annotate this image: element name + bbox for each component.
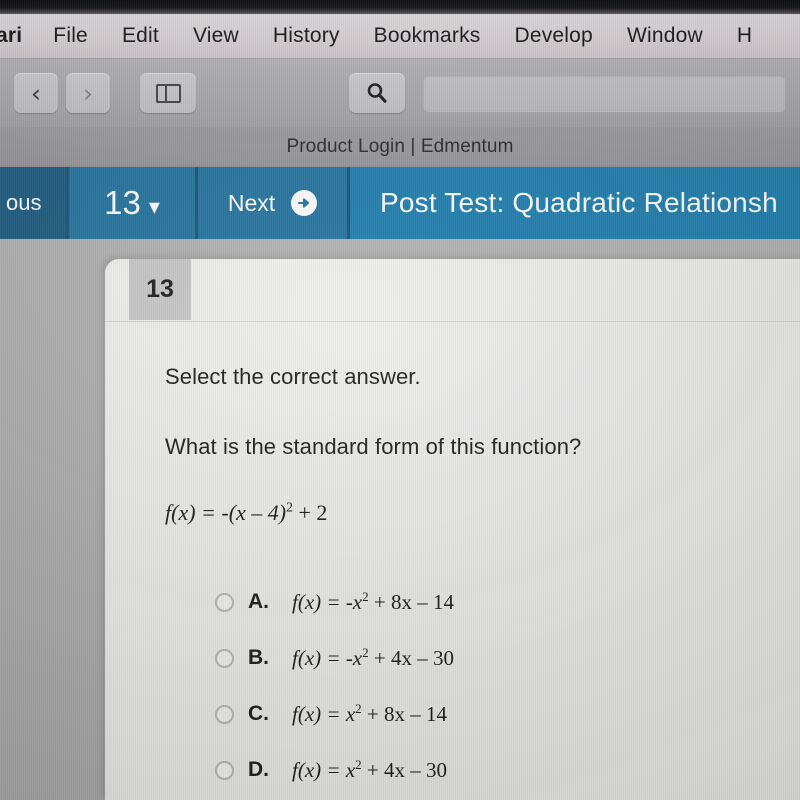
menu-history[interactable]: History <box>256 24 357 48</box>
sidebar-toggle-icon <box>155 83 181 103</box>
chevron-left-icon: ‹ <box>31 78 41 108</box>
question-number-dropdown[interactable]: 13 ▾ <box>66 167 198 239</box>
answer-option-c[interactable]: C. f(x) = x2 + 8x – 14 <box>215 686 800 742</box>
back-button[interactable]: ‹ <box>14 73 58 113</box>
radio-button-b[interactable] <box>215 648 234 668</box>
menu-safari[interactable]: ari <box>0 24 36 48</box>
answer-option-d[interactable]: D. f(x) = x2 + 4x – 30 <box>215 742 800 798</box>
browser-tab-strip[interactable]: Product Login | Edmentum <box>0 127 800 168</box>
question-card-header: 13 <box>105 259 800 322</box>
option-formula-b: f(x) = -x2 + 4x – 30 <box>292 645 454 671</box>
answer-option-a[interactable]: A. f(x) = -x2 + 8x – 14 <box>215 574 800 630</box>
menu-bookmarks[interactable]: Bookmarks <box>357 24 498 48</box>
option-letter-c: C. <box>248 702 269 725</box>
menu-file[interactable]: File <box>36 24 105 48</box>
answer-options-list: A. f(x) = -x2 + 8x – 14 B. f(x) = -x2 + … <box>215 574 800 798</box>
question-formula: f(x) = -(x – 4)2 + 2 <box>165 500 800 526</box>
tab-title: Product Login | Edmentum <box>286 136 514 157</box>
option-formula-b-tail: + 4x – 30 <box>368 645 454 670</box>
chevron-right-icon: › <box>83 78 93 108</box>
option-formula-c: f(x) = x2 + 8x – 14 <box>292 701 447 727</box>
screen-photo: ari File Edit View History Bookmarks Dev… <box>0 0 800 800</box>
macos-menu-bar: ari File Edit View History Bookmarks Dev… <box>0 14 800 59</box>
display-bezel <box>0 0 800 14</box>
question-number-value: 13 <box>104 184 141 221</box>
question-prompt: What is the standard form of this functi… <box>165 434 582 459</box>
question-formula-exponent: 2 <box>286 499 293 515</box>
option-formula-d: f(x) = x2 + 4x – 30 <box>292 757 447 783</box>
assessment-nav-bar: ous 13 ▾ Next Post Test: Quadratic Relat… <box>0 167 800 239</box>
option-letter-a: A. <box>248 590 269 613</box>
answer-option-b[interactable]: B. f(x) = -x2 + 4x – 30 <box>215 630 800 686</box>
browser-toolbar: ‹ › <box>0 59 800 127</box>
previous-question-label: ous <box>6 190 42 215</box>
question-card-body: Select the correct answer. What is the s… <box>105 322 800 798</box>
question-formula-tail: + 2 <box>292 500 328 525</box>
previous-question-button[interactable]: ous <box>0 167 66 239</box>
option-formula-d-lead: f(x) = x <box>292 757 356 782</box>
option-formula-a: f(x) = -x2 + 8x – 14 <box>292 589 454 615</box>
next-question-label: Next <box>227 189 276 216</box>
menu-edit[interactable]: Edit <box>105 24 176 48</box>
arrow-right-circle-icon <box>291 190 318 216</box>
search-button[interactable] <box>348 73 405 113</box>
option-formula-c-tail: + 8x – 14 <box>361 701 447 726</box>
menu-help[interactable]: H <box>720 24 769 48</box>
menu-develop[interactable]: Develop <box>497 24 609 48</box>
option-formula-a-tail: + 8x – 14 <box>368 589 454 614</box>
option-formula-a-lead: f(x) = -x <box>292 589 363 614</box>
forward-button[interactable]: › <box>66 73 110 113</box>
test-title-label: Post Test: Quadratic Relationsh <box>380 187 778 218</box>
question-formula-lead: f(x) = -(x – 4) <box>165 500 287 525</box>
search-icon <box>367 83 387 103</box>
option-formula-d-tail: + 4x – 30 <box>361 757 447 782</box>
test-title: Post Test: Quadratic Relationsh <box>350 167 800 239</box>
question-card: 13 Select the correct answer. What is th… <box>105 259 800 800</box>
next-question-button[interactable]: Next <box>198 167 350 239</box>
menu-view[interactable]: View <box>176 24 256 48</box>
option-letter-b: B. <box>248 646 269 669</box>
question-number-badge: 13 <box>129 259 191 320</box>
chevron-down-icon: ▾ <box>148 195 160 220</box>
radio-button-a[interactable] <box>215 592 234 612</box>
radio-button-d[interactable] <box>215 760 234 780</box>
radio-button-c[interactable] <box>215 704 234 724</box>
address-bar-input[interactable] <box>422 75 786 111</box>
instruction-text: Select the correct answer. <box>165 364 421 389</box>
option-formula-c-lead: f(x) = x <box>292 701 356 726</box>
option-formula-b-lead: f(x) = -x <box>292 645 363 670</box>
menu-window[interactable]: Window <box>610 24 720 48</box>
sidebar-toggle-button[interactable] <box>140 73 196 113</box>
option-letter-d: D. <box>248 758 269 781</box>
